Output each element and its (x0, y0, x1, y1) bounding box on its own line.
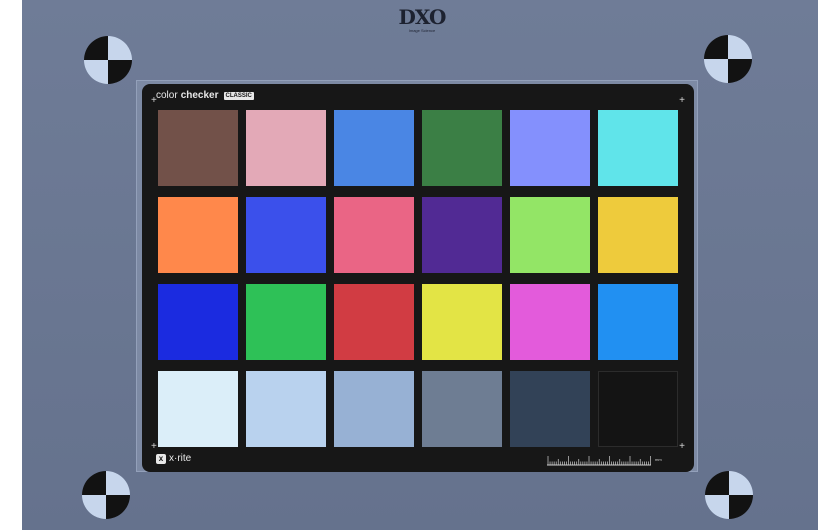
color-checker-chart: color checker CLASSIC + + + + x x·rite mm (142, 84, 694, 472)
patch-dark-skin (158, 110, 238, 186)
patch-white (158, 371, 238, 447)
patch-purple (422, 197, 502, 273)
patch-green (246, 284, 326, 360)
patch-magenta (510, 284, 590, 360)
dxo-logo: DXO Image Science (392, 6, 452, 33)
patch-neutral-5 (422, 371, 502, 447)
ruler (547, 456, 651, 466)
patch-grid (158, 110, 678, 447)
patch-cyan (598, 284, 678, 360)
patch-neutral-8 (246, 371, 326, 447)
alignment-target-top-right (704, 35, 752, 83)
patch-orange (158, 197, 238, 273)
patch-yellow-green (510, 197, 590, 273)
patch-neutral-3-5 (510, 371, 590, 447)
patch-foliage (422, 110, 502, 186)
patch-blue-flower (510, 110, 590, 186)
brand-tag: CLASSIC (223, 91, 254, 100)
patch-yellow (422, 284, 502, 360)
patch-moderate-red (334, 197, 414, 273)
alignment-target-bottom-left (82, 471, 130, 519)
patch-neutral-6-5 (334, 371, 414, 447)
alignment-target-bottom-right (705, 471, 753, 519)
corner-cross-icon: + (679, 95, 685, 106)
patch-blue (158, 284, 238, 360)
patch-bluish-green (598, 110, 678, 186)
maker-text: x·rite (169, 453, 192, 464)
ruler-unit-text: mm (655, 457, 662, 462)
patch-purplish-blue (246, 197, 326, 273)
xrite-logo-icon: x (156, 453, 166, 464)
corner-cross-icon: + (679, 441, 685, 452)
chart-brand: color checker CLASSIC (156, 90, 254, 101)
patch-red (334, 284, 414, 360)
corner-cross-icon: + (151, 95, 157, 106)
brand-bold-text: checker (180, 90, 219, 101)
patch-orange-yellow (598, 197, 678, 273)
alignment-target-top-left (84, 36, 132, 84)
patch-blue-sky (334, 110, 414, 186)
patch-light-skin (246, 110, 326, 186)
maker-logo: x x·rite (156, 453, 191, 464)
corner-cross-icon: + (151, 441, 157, 452)
brand-light-text: color (156, 90, 178, 101)
patch-black (598, 371, 678, 447)
logo-main-text: DXO (398, 5, 447, 29)
